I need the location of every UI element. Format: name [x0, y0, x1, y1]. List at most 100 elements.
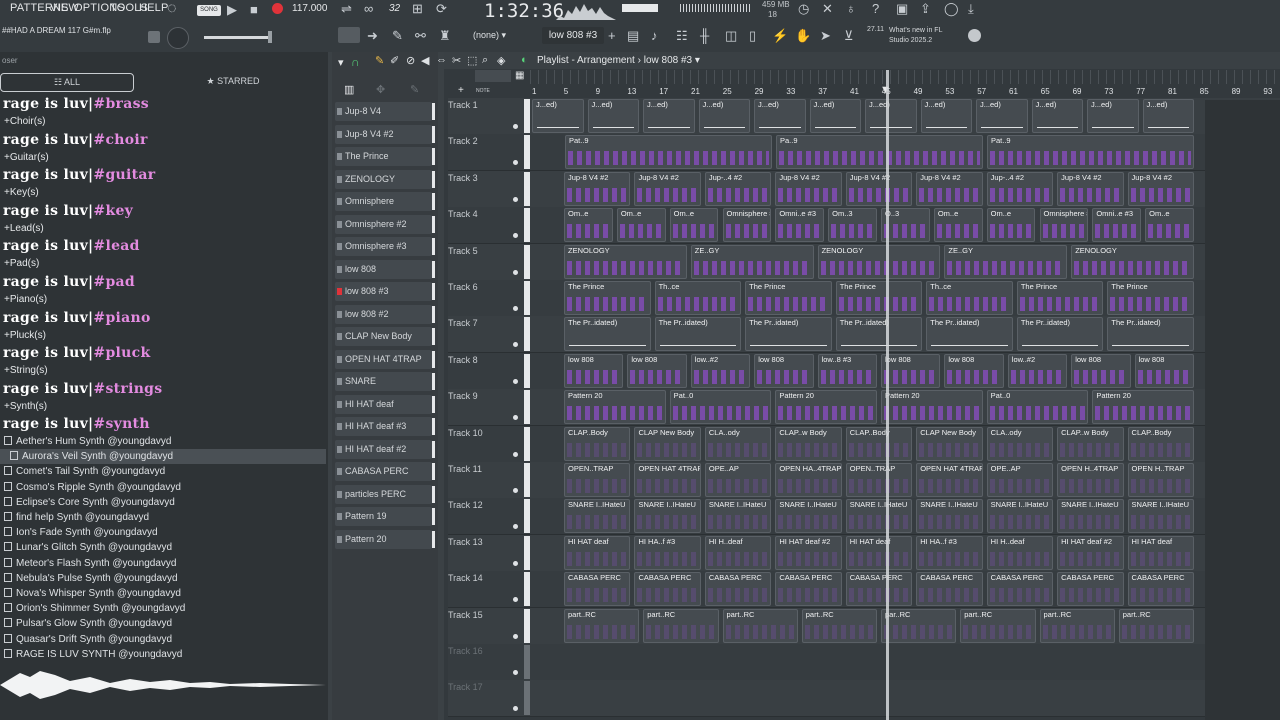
playlist-clip[interactable]: Jup-..4 #2	[704, 171, 772, 206]
playlist-clip[interactable]: J...ed)	[1142, 99, 1194, 133]
browser-category-guitar[interactable]: rage is luv|#guitar	[3, 167, 155, 183]
browser-file-item[interactable]: Lunar's Glitch Synth @youngdavyd	[4, 540, 172, 555]
playlist-clip[interactable]: OPE..AP	[704, 463, 772, 497]
playlist-clip[interactable]: J...ed)	[698, 99, 750, 133]
track-color-bar[interactable]	[524, 535, 530, 570]
playlist-clip[interactable]: Jup-8 V4 #2	[916, 171, 983, 206]
none-select[interactable]: (none) ▾	[463, 28, 519, 43]
arrow-right-icon[interactable]: ➜	[367, 28, 378, 44]
browser-subfolder[interactable]: +Synth(s)	[4, 401, 47, 412]
channel-select-bar[interactable]	[432, 193, 435, 210]
playlist-clip[interactable]: CABASA PERC	[704, 572, 772, 607]
playlist-clip[interactable]: J...ed)	[976, 99, 1028, 133]
browser-subfolder[interactable]: +Piano(s)	[4, 294, 47, 305]
blend-icon[interactable]: ⟳	[436, 1, 447, 17]
channel-button[interactable]: ZENOLOGY	[335, 169, 435, 189]
playlist-clip[interactable]: OPEN HAT 4TRAP	[916, 463, 983, 497]
track-color-bar[interactable]	[524, 608, 530, 643]
master-volume-slider[interactable]	[204, 36, 271, 39]
playlist-clip[interactable]: CLAP..w Body	[1057, 426, 1124, 461]
browser-subfolder[interactable]: +Lead(s)	[4, 223, 44, 234]
track-label[interactable]: Track 1	[448, 100, 524, 110]
track-label[interactable]: Track 6	[448, 282, 524, 292]
browser-file-item[interactable]: Aurora's Veil Synth @youngdavyd	[10, 449, 173, 464]
track-label[interactable]: Track 3	[448, 173, 524, 183]
channel-select-bar[interactable]	[432, 530, 435, 548]
channel-led[interactable]	[337, 355, 342, 363]
track-label[interactable]: Track 15	[448, 610, 524, 620]
playlist-clip[interactable]: CLAP..w Body	[775, 426, 842, 461]
playlist-clip[interactable]: OPEN H..TRAP	[1127, 463, 1194, 497]
playlist-clip[interactable]: low 808	[754, 353, 814, 388]
playlist-clip[interactable]: CLAP New Body	[916, 426, 983, 461]
playlist-clip[interactable]: The Pr..idated)	[835, 317, 923, 352]
playlist-clip[interactable]: CLAP..Body	[564, 426, 631, 461]
playlist-clip[interactable]: Pat..9	[565, 135, 772, 170]
browser-category-brass[interactable]: rage is luv|#brass	[3, 96, 149, 112]
channel-select-bar[interactable]	[432, 373, 435, 390]
mixer-icon[interactable]: ╫	[700, 28, 709, 43]
channel-led[interactable]	[337, 175, 342, 183]
channel-button[interactable]: CLAP New Body	[335, 327, 435, 346]
send-icon[interactable]: ➤	[820, 28, 831, 44]
rack-graph-icon[interactable]: ▥	[344, 83, 354, 96]
channel-button[interactable]: HI HAT deaf	[335, 394, 435, 414]
channel-select-bar[interactable]	[432, 125, 435, 143]
playlist-clip[interactable]: Om..e	[564, 208, 613, 243]
playlist-clip[interactable]: Pattern 20	[1092, 390, 1194, 425]
track-color-bar[interactable]	[524, 135, 530, 170]
track-mute-led[interactable]	[513, 306, 518, 311]
channel-select-bar[interactable]	[432, 283, 435, 300]
rack-menu-arrow-icon[interactable]: ▾	[338, 56, 344, 69]
track-color-bar[interactable]	[524, 208, 530, 243]
track-label[interactable]: Track 5	[448, 246, 524, 256]
track-label[interactable]: Track 8	[448, 355, 524, 365]
browser-icon[interactable]: ◫	[725, 28, 737, 44]
channel-led[interactable]	[337, 468, 342, 475]
track-color-bar[interactable]	[524, 645, 530, 679]
playlist-clip[interactable]: Omni..e #3	[775, 208, 825, 243]
browser-category-key[interactable]: rage is luv|#key	[3, 203, 133, 219]
playlist-clip[interactable]: The Pr..idated)	[745, 317, 832, 352]
track-color-bar[interactable]	[524, 317, 530, 352]
playlist-clip[interactable]: SNARE I..IHateU	[1057, 499, 1124, 534]
playlist-clip[interactable]: Om..e	[669, 208, 719, 243]
playlist-clip[interactable]: part..RC	[801, 608, 877, 643]
loop-icon[interactable]: ∞	[364, 1, 373, 16]
track-color-bar[interactable]	[524, 244, 530, 279]
playlist-clip[interactable]: CLAP New Body	[634, 426, 701, 461]
browser-category-synth[interactable]: rage is luv|#synth	[3, 416, 150, 432]
channel-select-bar[interactable]	[432, 463, 435, 480]
playlist-clip[interactable]: CLA..ody	[986, 426, 1054, 461]
playlist-zoom-icon[interactable]: ⌕	[482, 54, 488, 67]
playlist-clip[interactable]: The Pr..idated)	[926, 317, 1013, 352]
playlist-clip[interactable]: Jup-8 V4 #2	[634, 171, 701, 206]
playlist-clip[interactable]: Pa..9	[776, 135, 983, 170]
channel-led[interactable]	[337, 513, 342, 520]
channel-select-bar[interactable]	[432, 418, 435, 435]
channel-rack-icon[interactable]: ☷	[676, 28, 688, 44]
playlist-clip[interactable]: SNARE I..IHateU	[634, 499, 701, 534]
playlist-clip[interactable]: Jup-8 V4 #2	[1127, 171, 1194, 206]
track-label[interactable]: Track 17	[448, 682, 524, 692]
playlist-brush-icon[interactable]: ✐	[390, 54, 399, 67]
rack-edit-icon[interactable]: ✎	[410, 83, 419, 96]
track-mute-led[interactable]	[513, 670, 518, 675]
track-label[interactable]: Track 4	[448, 209, 524, 219]
record-button[interactable]	[272, 3, 283, 14]
playlist-clip[interactable]: CABASA PERC	[564, 572, 631, 607]
channel-button[interactable]: CABASA PERC	[335, 462, 435, 481]
playlist-clip[interactable]: CABASA PERC	[1057, 572, 1124, 607]
browser-category-pad[interactable]: rage is luv|#pad	[3, 274, 135, 290]
playlist-clip[interactable]: OPE..AP	[986, 463, 1054, 497]
playlist-clip[interactable]: ZENOLOGY	[817, 244, 941, 279]
playlist-icon[interactable]: ▤	[627, 28, 639, 44]
track-label[interactable]: Track 12	[448, 500, 524, 510]
track-color-bar[interactable]	[524, 353, 530, 388]
browser-file-item[interactable]: Nova's Whisper Synth @youngdavyd	[4, 586, 181, 601]
playhead[interactable]	[886, 70, 889, 720]
channel-led[interactable]	[337, 400, 342, 408]
channel-led[interactable]	[337, 288, 342, 295]
browser-category-pluck[interactable]: rage is luv|#pluck	[3, 345, 150, 361]
channel-button[interactable]: Pattern 19	[335, 507, 435, 526]
